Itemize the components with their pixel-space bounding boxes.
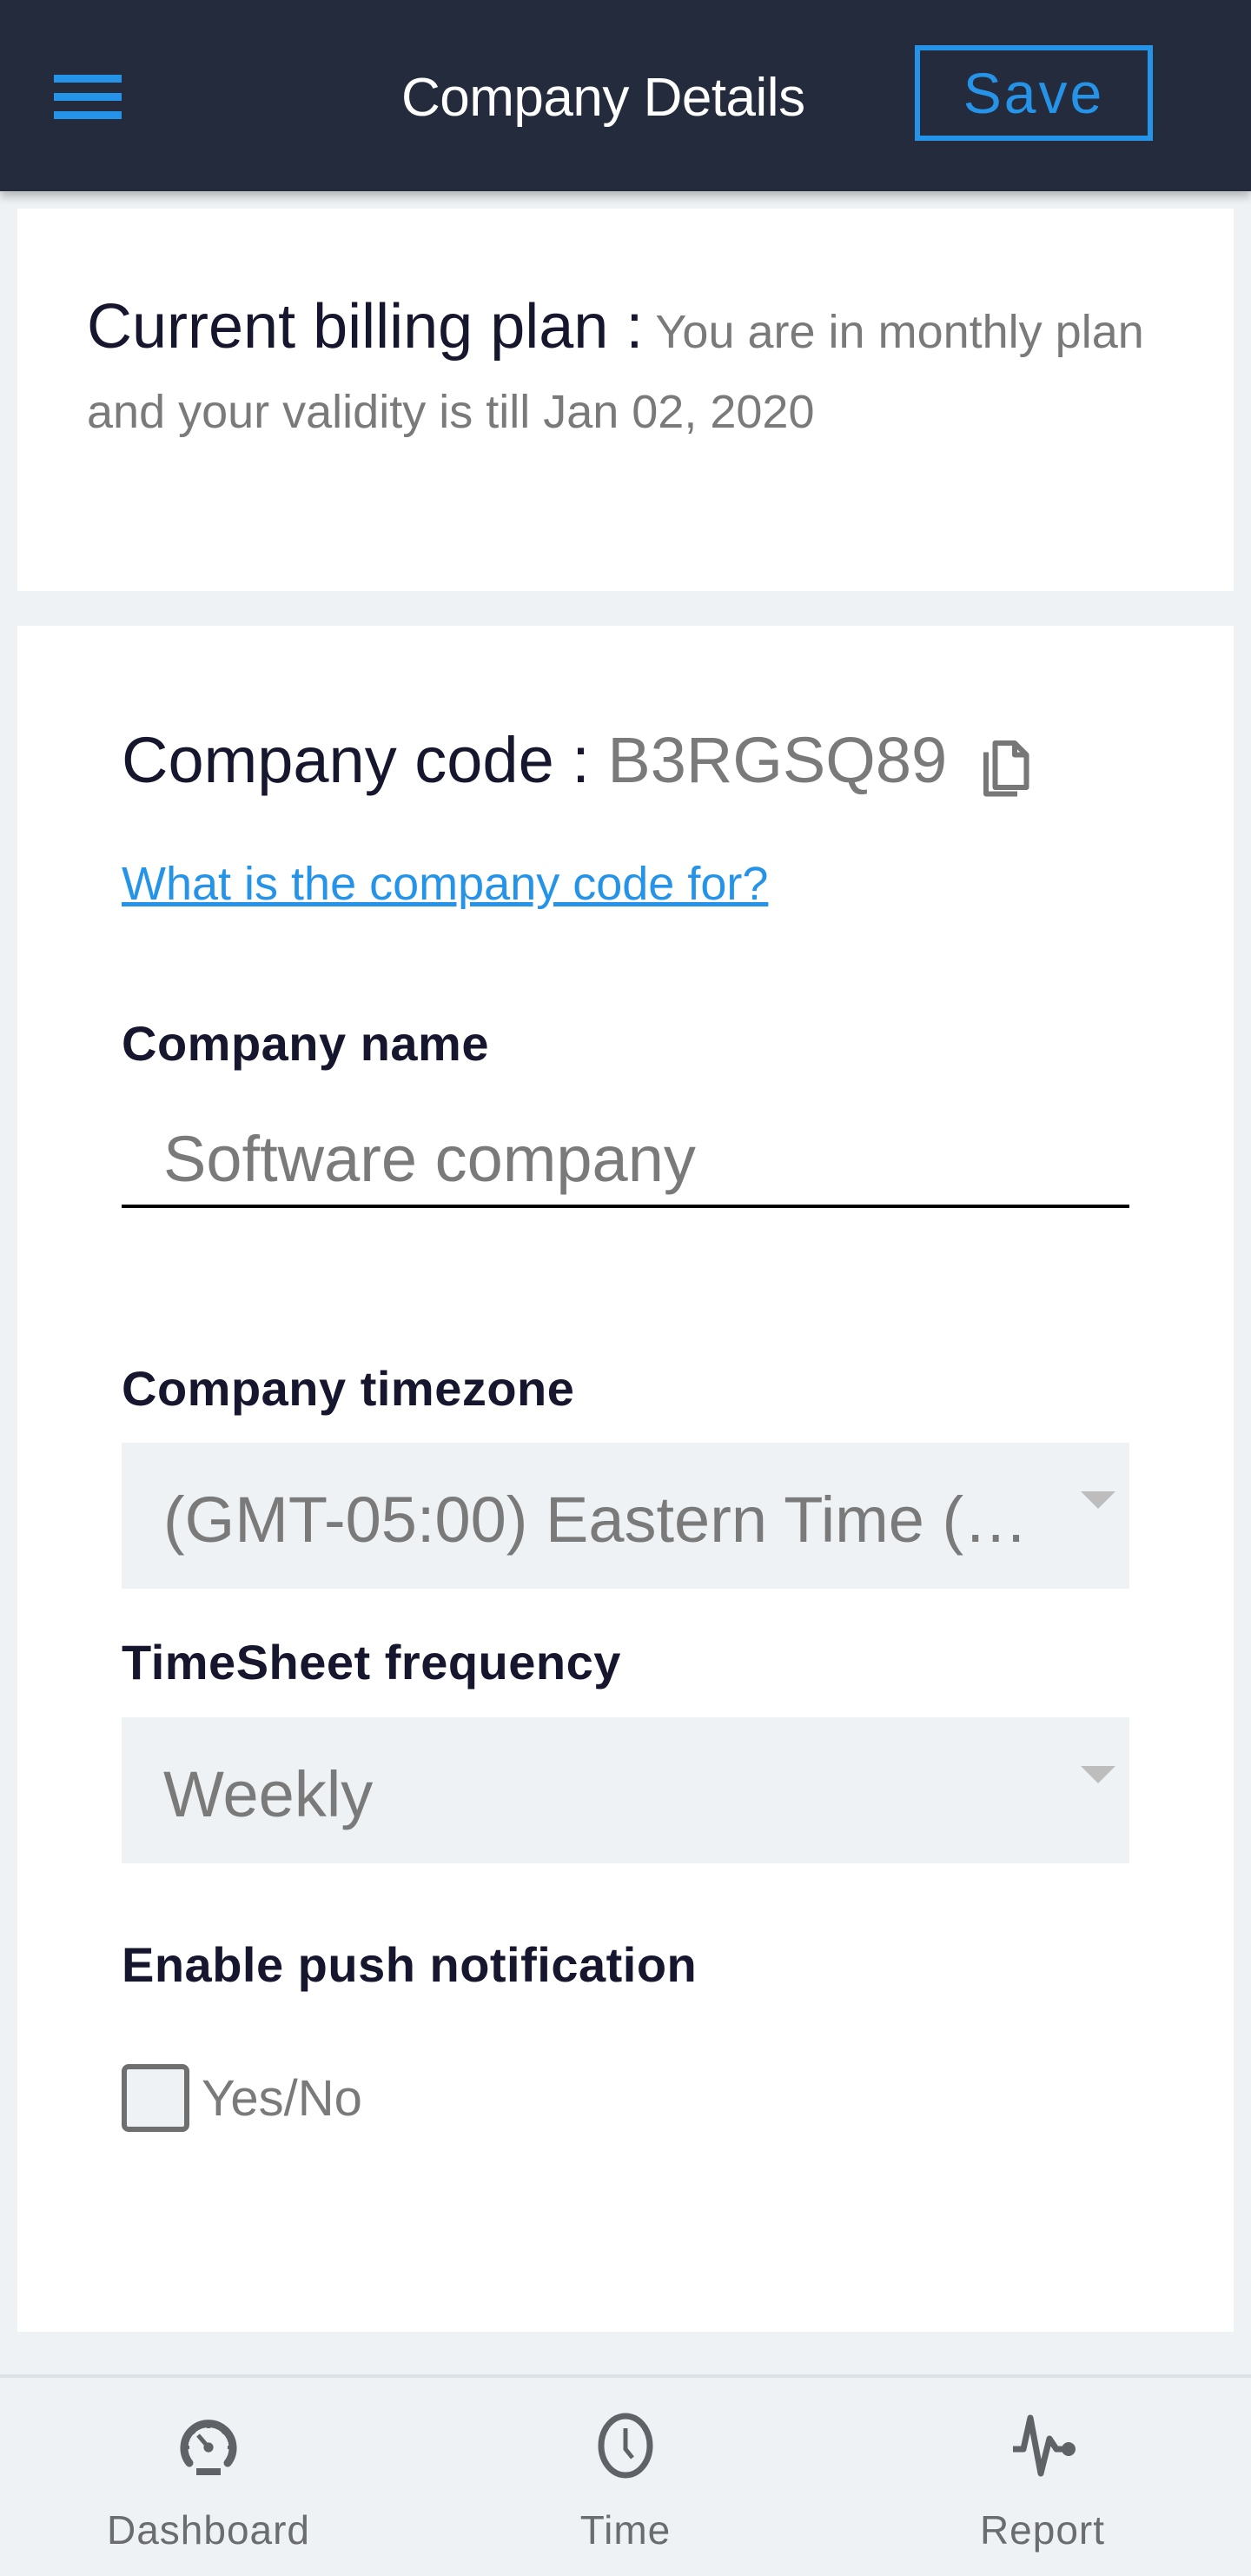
bottom-navigation: Dashboard Time Report — [0, 2374, 1251, 2576]
timesheet-frequency-select[interactable]: Weekly — [122, 1717, 1129, 1863]
timesheet-frequency-value: Weekly — [163, 1758, 374, 1830]
company-name-label: Company name — [122, 1016, 489, 1071]
speedometer-icon — [180, 2420, 237, 2475]
copy-icon-glyph — [983, 740, 1029, 797]
copy-icon[interactable] — [981, 734, 1033, 797]
push-notification-checkbox[interactable] — [122, 2064, 189, 2132]
page-title: Company Details — [401, 68, 805, 128]
nav-item-time[interactable]: Time — [417, 2404, 834, 2560]
company-code-row: Company code : B3RGSQ89 — [122, 717, 1033, 804]
billing-plan-card: Current billing plan : You are in monthl… — [17, 209, 1234, 591]
push-notification-toggle[interactable]: Yes/No — [122, 2064, 362, 2132]
company-name-input[interactable] — [122, 1112, 1129, 1208]
company-code-help-link[interactable]: What is the company code for? — [122, 853, 768, 914]
menu-bar — [54, 111, 122, 119]
dropdown-arrow-icon — [1081, 1491, 1115, 1509]
nav-label-time: Time — [579, 2507, 672, 2553]
billing-plan-info: Current billing plan : You are in monthl… — [87, 287, 1199, 452]
menu-bar — [54, 75, 122, 83]
nav-item-dashboard[interactable]: Dashboard — [0, 2404, 417, 2560]
nav-label-dashboard: Dashboard — [106, 2507, 311, 2553]
company-timezone-value: (GMT-05:00) Eastern Time (US & Canada) — [163, 1484, 1067, 1556]
nav-item-report[interactable]: Report — [834, 2404, 1251, 2560]
save-button[interactable]: Save — [915, 45, 1153, 141]
billing-plan-label: Current billing plan : — [87, 292, 644, 362]
push-notification-label: Enable push notification — [122, 1937, 698, 1992]
company-timezone-label: Company timezone — [122, 1361, 575, 1416]
nav-label-report: Report — [979, 2507, 1106, 2553]
clock-icon — [598, 2413, 653, 2479]
app-bar: Company Details Save — [0, 0, 1251, 191]
company-code-value: B3RGSQ89 — [607, 724, 948, 796]
dropdown-arrow-icon — [1081, 1766, 1115, 1783]
hamburger-menu-icon[interactable] — [50, 70, 122, 122]
pulse-icon — [1013, 2414, 1076, 2477]
company-settings-card: Company code : B3RGSQ89 What is the comp… — [17, 626, 1234, 2332]
menu-bar — [54, 93, 122, 101]
company-timezone-select[interactable]: (GMT-05:00) Eastern Time (US & Canada) — [122, 1443, 1129, 1589]
push-notification-checkbox-label: Yes/No — [202, 2069, 362, 2127]
timesheet-frequency-label: TimeSheet frequency — [122, 1635, 621, 1690]
company-code-label: Company code : — [122, 724, 590, 796]
